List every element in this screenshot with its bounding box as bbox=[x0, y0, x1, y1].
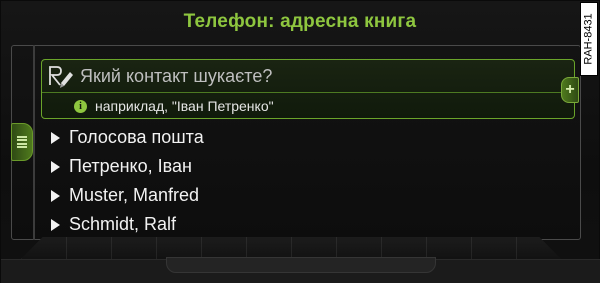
list-item-label: Schmidt, Ralf bbox=[69, 214, 177, 234]
list-item-contact[interactable]: Muster, Manfred bbox=[51, 181, 204, 210]
left-menu-tab[interactable] bbox=[11, 123, 33, 161]
contact-search-box[interactable]: Який контакт шукаєте? i наприклад, "Іван… bbox=[41, 59, 575, 119]
plus-tab[interactable]: + bbox=[561, 77, 579, 103]
left-divider bbox=[33, 45, 35, 240]
search-input[interactable]: Який контакт шукаєте? bbox=[80, 66, 272, 87]
info-icon: i bbox=[74, 99, 87, 113]
menu-lines-icon bbox=[17, 136, 27, 148]
contact-list: Голосова пошта Петренко, Іван Muster, Ma… bbox=[51, 123, 204, 239]
search-divider bbox=[42, 92, 574, 93]
figure-reference-text: RAH-8431 bbox=[583, 13, 596, 65]
page-title: Телефон: адресна книга bbox=[183, 11, 417, 32]
search-row[interactable]: Який контакт шукаєте? bbox=[42, 60, 574, 92]
list-item-label: Петренко, Іван bbox=[69, 156, 192, 176]
plus-icon: + bbox=[565, 81, 575, 98]
list-item-label: Голосова пошта bbox=[69, 127, 204, 147]
handwriting-pen-icon bbox=[49, 66, 73, 88]
decorative-floor bbox=[21, 237, 561, 259]
play-arrow-icon bbox=[51, 189, 60, 202]
list-item-voicemail[interactable]: Голосова пошта bbox=[51, 123, 204, 152]
list-item-contact[interactable]: Петренко, Іван bbox=[51, 152, 204, 181]
mmi-screen: Телефон: адресна книга Який контакт шука… bbox=[0, 0, 600, 283]
search-hint: i наприклад, "Іван Петренко" bbox=[74, 95, 274, 117]
figure-reference-label: RAH-8431 bbox=[580, 2, 598, 76]
play-arrow-icon bbox=[51, 131, 60, 144]
list-item-label: Muster, Manfred bbox=[69, 185, 200, 205]
list-item-contact[interactable]: Schmidt, Ralf bbox=[51, 210, 204, 239]
play-arrow-icon bbox=[51, 218, 60, 231]
bottom-notch bbox=[166, 257, 436, 273]
hint-text: наприклад, "Іван Петренко" bbox=[95, 98, 274, 114]
play-arrow-icon bbox=[51, 160, 60, 173]
